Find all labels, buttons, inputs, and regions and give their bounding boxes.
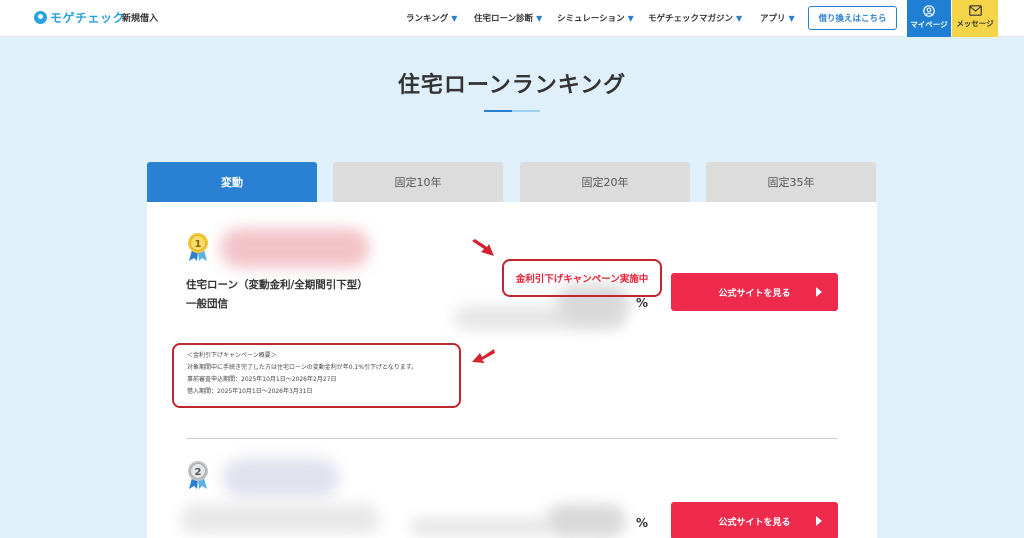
- blurred-rate: [410, 518, 550, 536]
- message-label: メッセージ: [956, 19, 994, 28]
- official-site-label: 公式サイトを見る: [718, 288, 791, 299]
- user-icon: [923, 5, 935, 17]
- campaign-line: ＜金利引下げキャンペーン概要＞: [187, 352, 277, 359]
- refinance-button[interactable]: 借り換えはこちら: [808, 6, 897, 30]
- rank-2-medal-icon: 2: [188, 461, 208, 489]
- caret-down-icon: ▼: [451, 14, 458, 23]
- arrow-pointer-icon: [472, 349, 495, 363]
- nav-magazine[interactable]: モゲチェックマガジン ▼: [648, 12, 742, 24]
- logo-icon: [34, 11, 47, 24]
- tab-fixed-10[interactable]: 固定10年: [333, 162, 503, 202]
- blurred-rate-value: [546, 504, 626, 538]
- nav-simulation[interactable]: シミュレーション ▼: [557, 12, 634, 24]
- official-site-button[interactable]: 公式サイトを見る: [671, 273, 838, 311]
- rate-percent-symbol: %: [636, 516, 649, 530]
- campaign-badge: 金利引下げキャンペーン実施中: [502, 259, 662, 297]
- arrow-pointer-icon: [472, 239, 494, 256]
- play-arrow-icon: [816, 516, 822, 526]
- logo-sub-label: 新規借入: [122, 14, 159, 24]
- logo[interactable]: モゲチェック: [34, 9, 125, 26]
- logo-text: モゲチェック: [50, 11, 126, 25]
- rank-2-number: 2: [195, 467, 202, 478]
- page-title: 住宅ローンランキング: [397, 73, 627, 98]
- title-underline: [484, 110, 540, 112]
- rank-1-medal-icon: 1: [188, 233, 208, 261]
- message-button[interactable]: メッセージ: [952, 0, 998, 37]
- product-name: 住宅ローン（変動金利/全期間引下型） 一般団信: [186, 276, 368, 314]
- caret-down-icon: ▼: [536, 14, 543, 23]
- tab-fixed-35[interactable]: 固定35年: [706, 162, 876, 202]
- nav-app[interactable]: アプリ ▼: [760, 12, 795, 24]
- tab-variable[interactable]: 変動: [147, 162, 317, 208]
- product-name-line1: 住宅ローン（変動金利/全期間引下型）: [186, 279, 368, 291]
- campaign-line: 事前審査申込期間：2025年10月1日～2026年2月27日: [187, 376, 337, 383]
- campaign-line: 借入期間：2025年10月1日～2026年3月31日: [187, 388, 313, 395]
- official-site-label: 公式サイトを見る: [718, 517, 791, 528]
- rank-1-number: 1: [195, 239, 202, 250]
- nav-app-label: アプリ: [760, 14, 786, 24]
- blurred-bank-logo: [220, 228, 370, 268]
- campaign-line: 対象期間中に手続き完了した方は住宅ローンの変動金利が年0.1%引下げとなります。: [187, 364, 418, 371]
- tab-fixed-20[interactable]: 固定20年: [520, 162, 690, 202]
- caret-down-icon: ▼: [736, 14, 743, 23]
- nav-ranking-label: ランキング: [406, 14, 449, 24]
- nav-ranking[interactable]: ランキング ▼: [406, 12, 457, 24]
- product-name-line2: 一般団信: [186, 298, 228, 310]
- campaign-details-box: ＜金利引下げキャンペーン概要＞ 対象期間中に手続き完了した方は住宅ローンの変動金…: [172, 343, 461, 408]
- envelope-icon: [968, 5, 982, 16]
- rate-percent-symbol: %: [636, 296, 649, 310]
- caret-down-icon: ▼: [788, 14, 795, 23]
- nav-diagnosis[interactable]: 住宅ローン診断 ▼: [474, 12, 542, 24]
- site-header: モゲチェック 新規借入 ランキング ▼ 住宅ローン診断 ▼ シミュレーション ▼ モゲ…: [0, 0, 1024, 37]
- blurred-product-name: [180, 504, 380, 534]
- play-arrow-icon: [816, 287, 822, 297]
- nav-simulation-label: シミュレーション: [557, 14, 625, 24]
- mypage-button[interactable]: マイページ: [907, 0, 951, 37]
- blurred-bank-logo: [222, 458, 340, 498]
- mypage-label: マイページ: [910, 20, 948, 29]
- official-site-button[interactable]: 公式サイトを見る: [671, 502, 838, 538]
- ranking-divider: [186, 438, 838, 439]
- nav-magazine-label: モゲチェックマガジン: [648, 14, 734, 24]
- nav-diagnosis-label: 住宅ローン診断: [474, 14, 534, 24]
- caret-down-icon: ▼: [627, 14, 634, 23]
